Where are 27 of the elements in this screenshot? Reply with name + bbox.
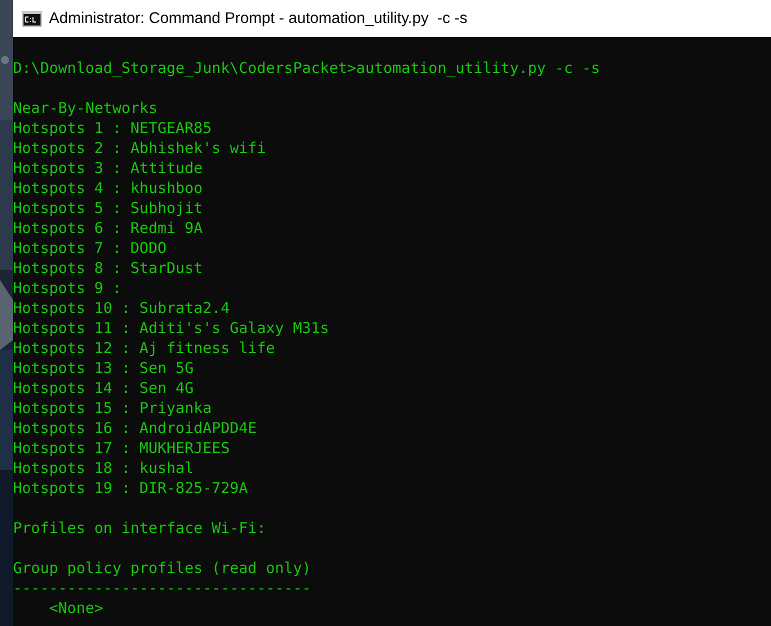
- output-line: Hotspots 10 : Subrata2.4: [13, 298, 230, 318]
- output-line: Hotspots 2 : Abhishek's wifi: [13, 138, 266, 158]
- output-line: Hotspots 17 : MUKHERJEES: [13, 438, 230, 458]
- output-line: Hotspots 5 : Subhojit: [13, 198, 203, 218]
- command-line: D:\Download_Storage_Junk\CodersPacket>automation_utility.py -c -s: [13, 58, 600, 78]
- output-line: Hotspots 4 : khushboo: [13, 178, 203, 198]
- output-line: Hotspots 9 :: [13, 278, 122, 298]
- output-line: Hotspots 16 : AndroidAPDD4E: [13, 418, 257, 438]
- output-line: Hotspots 18 : kushal: [13, 458, 194, 478]
- output-line: Hotspots 15 : Priyanka: [13, 398, 212, 418]
- output-line: Hotspots 12 : Aj fitness life: [13, 338, 275, 358]
- output-line: Hotspots 14 : Sen 4G: [13, 378, 194, 398]
- output-line: Hotspots 3 : Attitude: [13, 158, 203, 178]
- output-line: Group policy profiles (read only): [13, 558, 312, 578]
- output-line: Hotspots 1 : NETGEAR85: [13, 118, 212, 138]
- output-line: Hotspots 7 : DODO: [13, 238, 167, 258]
- output-line: Hotspots 6 : Redmi 9A: [13, 218, 203, 238]
- output-line: <None>: [49, 598, 104, 618]
- separator-line: ---------------------------------: [13, 578, 312, 598]
- output-line: Profiles on interface Wi-Fi:: [13, 518, 266, 538]
- terminal-icon: [22, 10, 42, 26]
- output-line: Hotspots 19 : DIR-825-729A: [13, 478, 248, 498]
- output-line: Hotspots 11 : Aditi's's Galaxy M31s: [13, 318, 330, 338]
- output-line: Hotspots 13 : Sen 5G: [13, 358, 194, 378]
- output-line: Near-By-Networks: [13, 98, 158, 118]
- window-title: Administrator: Command Prompt - automation_utility.py -c -s: [49, 10, 468, 28]
- output-line: Hotspots 8 : StarDust: [13, 258, 203, 278]
